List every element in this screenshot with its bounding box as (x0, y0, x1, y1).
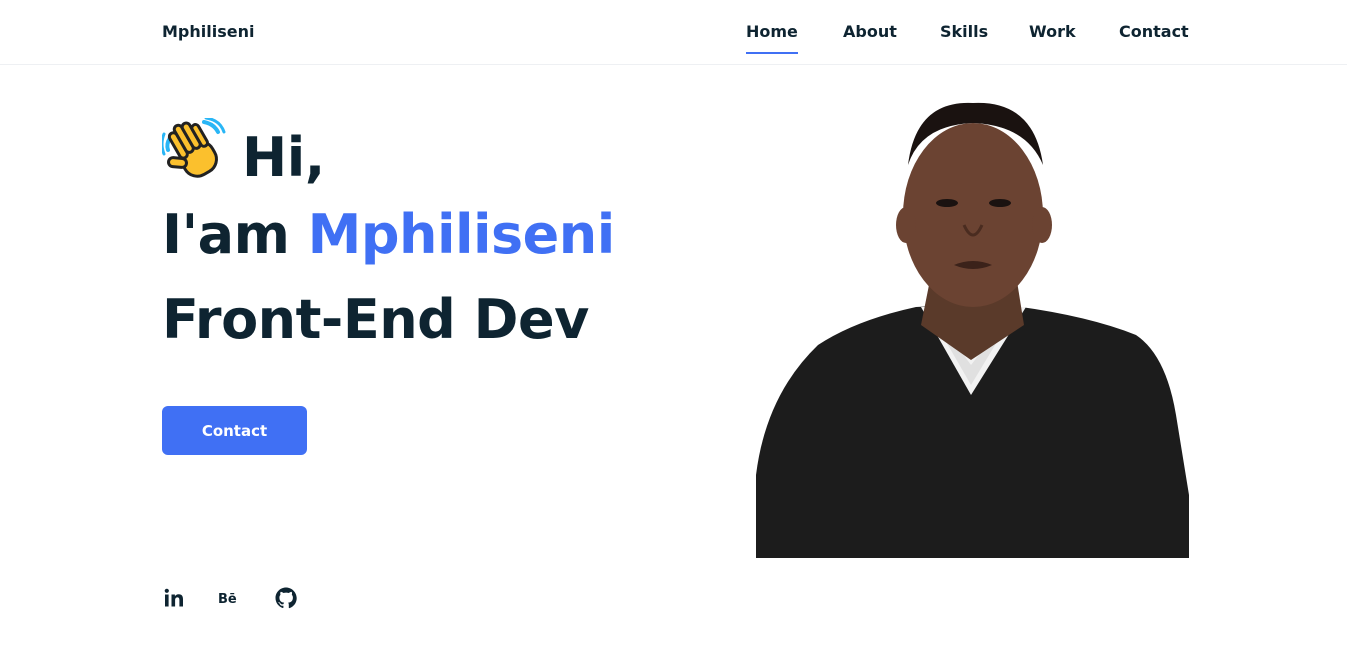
github-icon[interactable] (274, 586, 298, 610)
nav-skills[interactable]: Skills (940, 22, 988, 52)
main-nav: Home About Skills Work Contact (0, 22, 1347, 62)
site-header: Mphiliseni Home About Skills Work Contac… (0, 0, 1347, 65)
nav-about[interactable]: About (843, 22, 897, 52)
contact-button[interactable]: Contact (162, 406, 307, 455)
hero-name: Mphiliseni (307, 203, 616, 266)
intro-prefix: I'am (162, 203, 290, 266)
behance-icon[interactable]: Bē (217, 586, 241, 610)
waving-hand-icon (160, 116, 228, 184)
nav-home[interactable]: Home (746, 22, 798, 54)
hero-intro: I'am Mphiliseni (162, 203, 615, 266)
nav-work[interactable]: Work (1029, 22, 1076, 52)
greeting-text: Hi, (242, 126, 325, 189)
profile-photo (756, 95, 1189, 558)
svg-text:Bē: Bē (218, 592, 237, 607)
hero-role: Front-End Dev (162, 288, 589, 351)
nav-contact[interactable]: Contact (1119, 22, 1189, 52)
linkedin-icon[interactable] (162, 586, 186, 610)
hero-greeting: Hi, (160, 116, 325, 189)
